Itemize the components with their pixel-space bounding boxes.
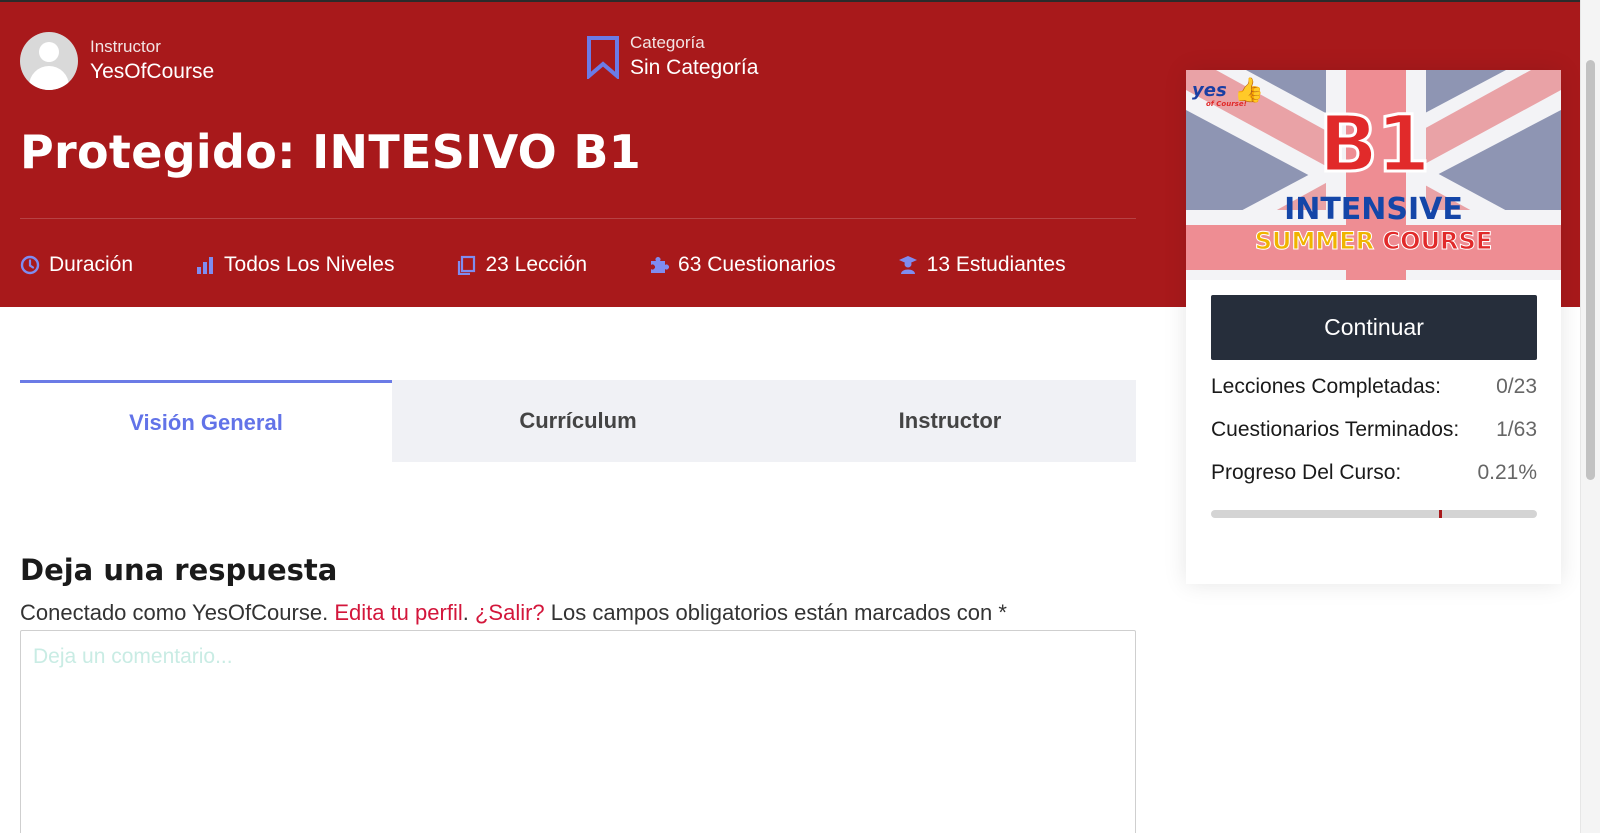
tab-curriculum[interactable]: Currículum	[392, 380, 764, 462]
banner-intensive: INTENSIVE	[1284, 192, 1463, 227]
reply-title: Deja una respuesta	[20, 553, 338, 587]
quizzes-finished-value: 1/63	[1496, 418, 1537, 441]
stat-students-label: 13 Estudiantes	[926, 253, 1066, 276]
instructor-label: Instructor	[90, 37, 161, 56]
tab-overview[interactable]: Visión General	[20, 380, 392, 462]
lessons-completed-value: 0/23	[1496, 375, 1537, 398]
stat-duration-label: Duración	[49, 253, 134, 276]
instructor-name[interactable]: YesOfCourse	[90, 58, 214, 86]
stat-lessons-label: 23 Lección	[485, 253, 588, 276]
instructor-text: Instructor YesOfCourse	[90, 36, 214, 86]
course-progress-value: 0.21%	[1477, 461, 1537, 484]
page-scrollbar[interactable]	[1580, 0, 1600, 833]
quizzes-finished-label: Cuestionarios Terminados:	[1211, 418, 1460, 441]
bar-chart-icon	[195, 255, 215, 275]
logged-in-prefix: Conectado como YesOfCourse.	[20, 600, 329, 625]
stat-students: 13 Estudiantes	[898, 253, 1066, 277]
avatar-body-shape	[29, 66, 69, 90]
comment-textarea[interactable]	[20, 630, 1136, 833]
bookmark-icon	[587, 36, 619, 79]
logged-in-note: Conectado como YesOfCourse. Edita tu per…	[20, 600, 1007, 626]
course-card: yes of Course! 👍 B1 INTENSIVE SUMMER COU…	[1186, 70, 1561, 584]
tab-instructor[interactable]: Instructor	[764, 380, 1136, 462]
course-progress-bar	[1211, 510, 1537, 518]
page-title: Protegido: INTESIVO B1	[20, 125, 642, 179]
category-text: Categoría Sin Categoría	[630, 32, 758, 82]
quizzes-finished-row: Cuestionarios Terminados: 1/63	[1211, 418, 1537, 442]
stat-levels: Todos Los Niveles	[195, 253, 394, 277]
lessons-completed-row: Lecciones Completadas: 0/23	[1211, 375, 1537, 399]
edit-profile-link[interactable]: Edita tu perfil	[334, 600, 462, 625]
stat-quizzes: 63 Cuestionarios	[649, 253, 836, 277]
logout-link[interactable]: ¿Salir?	[475, 600, 545, 625]
avatar[interactable]	[20, 32, 78, 90]
logo-text: yes	[1192, 80, 1227, 101]
scrollbar-thumb[interactable]	[1586, 60, 1595, 480]
banner-summer-course: SUMMER COURSE	[1186, 227, 1561, 256]
category-value: Sin Categoría	[630, 56, 759, 79]
link-period: .	[462, 600, 469, 625]
course-stats: Duración Todos Los Niveles 23 Lección 63…	[20, 250, 1066, 280]
course-tabs: Visión General Currículum Instructor	[20, 380, 1136, 462]
stat-quizzes-label: 63 Cuestionarios	[678, 253, 836, 276]
yes-of-course-logo: yes of Course!	[1192, 80, 1247, 108]
required-fields-note: Los campos obligatorios están marcados c…	[550, 600, 1007, 625]
clock-icon	[20, 255, 40, 275]
graduate-icon	[898, 255, 918, 275]
stat-levels-label: Todos Los Niveles	[224, 253, 395, 276]
continue-button[interactable]: Continuar	[1211, 295, 1537, 360]
stat-lessons: 23 Lección	[456, 253, 587, 277]
progress-marker	[1439, 510, 1443, 518]
banner-summer: SUMMER	[1254, 227, 1375, 256]
course-progress-label: Progreso Del Curso:	[1211, 461, 1402, 484]
copy-icon	[456, 255, 476, 275]
avatar-head-shape	[39, 42, 59, 62]
course-banner-image: yes of Course! 👍 B1 INTENSIVE SUMMER COU…	[1186, 70, 1561, 280]
category-label: Categoría	[630, 33, 705, 52]
header-divider	[20, 218, 1136, 219]
stat-duration: Duración	[20, 253, 133, 277]
banner-course: COURSE	[1382, 227, 1493, 256]
category-meta: Categoría Sin Categoría	[586, 32, 758, 82]
puzzle-icon	[649, 255, 670, 275]
banner-level: B1	[1317, 99, 1432, 192]
instructor-meta[interactable]: Instructor YesOfCourse	[20, 32, 214, 90]
lessons-completed-label: Lecciones Completadas:	[1211, 375, 1441, 398]
course-progress-row: Progreso Del Curso: 0.21%	[1211, 461, 1537, 485]
